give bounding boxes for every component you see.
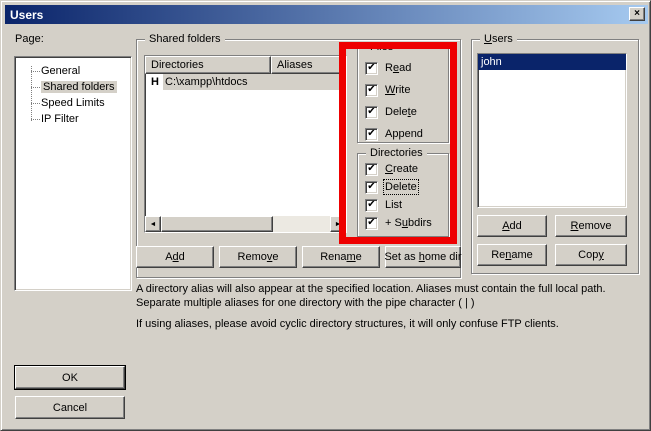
page-tree[interactable]: General Shared folders Speed Limits IP F…: [14, 56, 132, 291]
checkbox-create[interactable]: ✔ Create: [365, 162, 418, 176]
tree-line: [31, 66, 32, 121]
column-header-label: Directories: [151, 59, 204, 71]
checkbox[interactable]: ✔: [365, 128, 378, 141]
button-label: Remove: [571, 220, 612, 232]
checkbox-label: Create: [385, 163, 418, 175]
alias-note-1: A directory alias will also appear at th…: [136, 282, 641, 310]
check-icon: ✔: [367, 182, 375, 192]
checkbox-write[interactable]: ✔ Write: [365, 83, 410, 97]
checkbox-label: Delete: [385, 181, 417, 193]
users-dialog: Users × Page: General Shared folders Spe…: [0, 0, 651, 431]
cancel-button[interactable]: Cancel: [15, 396, 125, 419]
files-group-label: Files: [366, 41, 397, 53]
checkbox-label: Write: [385, 84, 410, 96]
checkbox-append[interactable]: ✔ Append: [365, 127, 423, 141]
check-icon: ✔: [367, 218, 375, 228]
tree-item-label: IP Filter: [41, 113, 79, 125]
checkbox-list[interactable]: ✔ List: [365, 198, 402, 212]
shared-folders-group-label: Shared folders: [145, 33, 225, 45]
set-as-home-dir-button[interactable]: Set as home dir: [385, 246, 461, 268]
checkbox-label: Append: [385, 128, 423, 140]
add-folder-button[interactable]: Add: [136, 246, 214, 268]
remove-folder-button[interactable]: Remove: [219, 246, 297, 268]
checkbox[interactable]: ✔: [365, 163, 378, 176]
column-header-label: Aliases: [277, 59, 312, 71]
checkbox[interactable]: ✔: [365, 62, 378, 75]
users-group-label: Users: [480, 33, 517, 45]
button-label: Copy: [578, 249, 604, 261]
checkbox[interactable]: ✔: [365, 199, 378, 212]
checkbox-label: Read: [385, 62, 411, 74]
add-user-button[interactable]: Add: [477, 215, 547, 237]
tree-item-speed-limits[interactable]: Speed Limits: [41, 95, 105, 110]
button-label: Add: [165, 251, 185, 263]
check-icon: ✔: [367, 85, 375, 95]
horizontal-scrollbar[interactable]: ◄ ►: [145, 216, 346, 232]
checkbox-label: + Subdirs: [385, 217, 432, 229]
page-label: Page:: [15, 33, 44, 45]
button-label: Remove: [238, 251, 279, 263]
user-name: john: [481, 56, 502, 68]
directory-row[interactable]: H C:\xampp\htdocs: [145, 74, 346, 90]
checkbox-label: List: [385, 199, 402, 211]
button-label: Rename: [491, 249, 533, 261]
checkbox-read[interactable]: ✔ Read: [365, 61, 411, 75]
alias-note-2: If using aliases, please avoid cyclic di…: [136, 317, 641, 331]
tree-item-label: General: [41, 65, 80, 77]
scroll-right-icon: ►: [335, 221, 342, 228]
checkbox[interactable]: ✔: [365, 84, 378, 97]
tree-item-shared-folders[interactable]: Shared folders: [41, 79, 117, 94]
button-label: Rename: [320, 251, 362, 263]
checkbox-delete-directories[interactable]: ✔ Delete: [365, 180, 417, 194]
close-button[interactable]: ×: [629, 7, 645, 21]
directory-path: C:\xampp\htdocs: [163, 74, 346, 90]
scroll-left-button[interactable]: ◄: [145, 216, 161, 232]
check-icon: ✔: [367, 63, 375, 73]
window-title: Users: [10, 8, 43, 22]
directories-group-label: Directories: [366, 147, 427, 159]
scroll-left-icon: ◄: [150, 221, 157, 228]
user-row-john[interactable]: john: [478, 54, 626, 70]
check-icon: ✔: [367, 107, 375, 117]
close-icon: ×: [634, 9, 640, 19]
tree-item-label-selected: Shared folders: [41, 81, 117, 93]
check-icon: ✔: [367, 129, 375, 139]
check-icon: ✔: [367, 200, 375, 210]
check-icon: ✔: [367, 164, 375, 174]
column-header-directories[interactable]: Directories: [145, 56, 271, 74]
copy-user-button[interactable]: Copy: [555, 244, 627, 266]
button-label: Set as home dir: [384, 251, 461, 263]
scrollbar-thumb[interactable]: [161, 216, 273, 232]
scroll-right-button[interactable]: ►: [330, 216, 346, 232]
column-header-aliases[interactable]: Aliases: [271, 56, 346, 74]
button-label: Add: [502, 220, 522, 232]
checkbox-subdirs[interactable]: ✔ + Subdirs: [365, 216, 432, 230]
tree-item-label: Speed Limits: [41, 97, 105, 109]
title-bar[interactable]: Users: [5, 5, 648, 24]
checkbox[interactable]: ✔: [365, 181, 378, 194]
rename-folder-button[interactable]: Rename: [302, 246, 380, 268]
ok-button[interactable]: OK: [15, 366, 125, 389]
tree-item-ip-filter[interactable]: IP Filter: [41, 111, 79, 126]
checkbox[interactable]: ✔: [365, 217, 378, 230]
checkbox[interactable]: ✔: [365, 106, 378, 119]
checkbox-delete-files[interactable]: ✔ Delete: [365, 105, 417, 119]
rename-user-button[interactable]: Rename: [477, 244, 547, 266]
button-label: OK: [62, 372, 78, 384]
alias-notes: A directory alias will also appear at th…: [136, 282, 641, 338]
remove-user-button[interactable]: Remove: [555, 215, 627, 237]
checkbox-label: Delete: [385, 106, 417, 118]
home-flag: H: [151, 76, 159, 88]
tree-item-general[interactable]: General: [41, 63, 80, 78]
scrollbar-track[interactable]: [273, 216, 330, 232]
users-list[interactable]: john: [477, 53, 627, 208]
directory-list[interactable]: Directories Aliases H C:\xampp\htdocs ◄ …: [144, 55, 347, 233]
button-label: Cancel: [53, 402, 87, 414]
